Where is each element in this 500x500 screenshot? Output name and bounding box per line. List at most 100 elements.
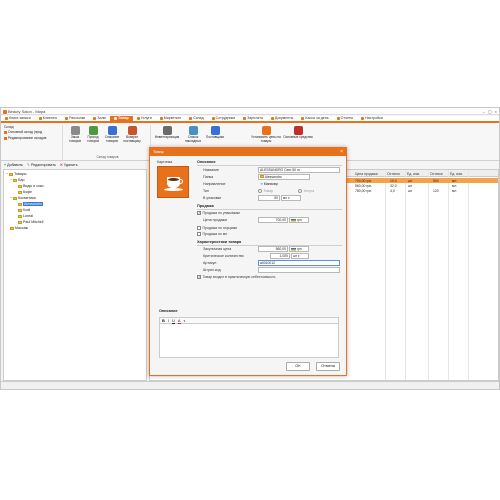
delete-label: Удалить (63, 162, 78, 167)
folder-select[interactable]: Alessandro (258, 174, 310, 180)
ribbon-button-label: Инвентаризация (154, 135, 180, 139)
tree-item-cosmetics[interactable]: − Косметика (10, 196, 36, 200)
critical-unit-select[interactable]: шт ▾ (291, 253, 309, 259)
tree-item-juices[interactable]: Виды и соки (18, 184, 44, 188)
product-picture[interactable] (157, 166, 189, 198)
minimize-button[interactable]: – (483, 109, 485, 114)
ribbon-button-5[interactable]: Список накладных (183, 126, 203, 143)
italic-button[interactable]: I (168, 318, 169, 323)
ribbon-button-4[interactable]: Инвентаризация (153, 126, 181, 140)
font-color-button[interactable]: A (177, 318, 181, 324)
underline-button[interactable]: U (172, 318, 175, 323)
direction-select[interactable]: ➜ Маникюр (258, 181, 310, 187)
bold-button[interactable]: B (162, 318, 165, 323)
tree-item-kodi[interactable]: Kodi (18, 208, 30, 212)
section-divider (197, 165, 342, 166)
menu-item-6[interactable]: Маркетинг (156, 116, 185, 121)
delete-button[interactable]: ✕ Удалить (60, 163, 78, 167)
menu-item-11[interactable]: Касса за день (297, 116, 332, 121)
sale-currency-select[interactable]: грн (289, 217, 309, 223)
edit-warehouses-button[interactable]: Редактирование складов (4, 136, 46, 140)
add-button[interactable]: + Добавить (4, 163, 23, 167)
table-cell-price: 700,00 грн. (355, 178, 373, 183)
dialog-close-button[interactable]: × (340, 148, 343, 156)
description-section-title: Описание (197, 160, 216, 164)
critical-qty-input[interactable]: 1,000 (270, 253, 290, 259)
ribbon-button-7[interactable]: Установить цены на товары (249, 126, 283, 143)
menu-item-3[interactable]: Залы (89, 116, 110, 121)
tree-item-coffee[interactable]: Кофе (18, 190, 32, 194)
warehouse-select[interactable]: Основной склад (прод (4, 130, 42, 134)
checkbox-checked-icon: ✓ (197, 211, 201, 215)
sale-price-input[interactable]: 700,00 (258, 217, 288, 223)
cost-price-checkbox[interactable]: ✓ Товар входит в практическую себестоимос… (197, 275, 276, 279)
col-header-price[interactable]: Цена продажи (355, 172, 378, 176)
tree-item-label: Alessandro (23, 202, 43, 206)
barcode-input[interactable] (258, 267, 340, 273)
type-goods-radio[interactable]: Товар (258, 189, 273, 193)
add-label: Добавить (7, 162, 23, 167)
ribbon-button-3[interactable]: Возврат поставщику (123, 126, 141, 143)
menu-item-7[interactable]: Склад (185, 116, 207, 121)
title-bar: Beauty Salon - Мира – ▢ × (1, 108, 499, 115)
tree-root[interactable]: − Товары (6, 172, 26, 176)
menu-item-4[interactable]: Товар (110, 116, 133, 121)
edit-button[interactable]: ✎ Редактировать (27, 163, 56, 167)
collapse-icon: − (10, 196, 13, 200)
type-service-radio[interactable]: Услуга (298, 189, 314, 193)
ribbon-button-icon (162, 126, 172, 135)
menu-item-0[interactable]: Книга записи (1, 116, 35, 121)
tree-item-bar[interactable]: − Бар (10, 178, 24, 182)
col-header-unit[interactable]: Ед. изм. (407, 172, 420, 176)
tree-item-massage[interactable]: Массаж (10, 226, 28, 230)
tree-item-loreal[interactable]: Loreal (18, 214, 33, 218)
ribbon-group-goods-label: Склад товаров (96, 155, 119, 159)
menu-item-1[interactable]: Клиенты (35, 116, 61, 121)
ribbon-button-1[interactable]: Приход товаров (85, 126, 101, 143)
description-editor[interactable] (159, 324, 339, 358)
ribbon-button-2[interactable]: Списание товаров (103, 126, 121, 143)
article-input[interactable]: a0010012 (258, 260, 340, 266)
cancel-button[interactable]: Отмена (316, 362, 340, 371)
chevron-down-icon[interactable]: ▾ (184, 319, 186, 323)
editor-toolbar: B I U A ▾ (159, 317, 339, 324)
tree-root-label: Товары (14, 172, 27, 176)
sale-by-ml-checkbox[interactable]: Продажа по мл (197, 232, 227, 236)
sale-by-pack-checkbox[interactable]: ✓ Продажа по упаковкам (197, 211, 240, 215)
menu-item-label: Отчеты (340, 116, 354, 120)
col-header-rest2[interactable]: Остатки (430, 172, 443, 176)
purchase-currency-select[interactable]: грн (289, 246, 309, 252)
menu-item-13[interactable]: Настройки (357, 116, 387, 121)
critical-unit-value: шт (293, 254, 298, 258)
checkbox-icon (197, 232, 201, 236)
col-header-rest[interactable]: Остатки (387, 172, 400, 176)
plus-icon: + (4, 162, 7, 167)
tree-item-paul-mitchell[interactable]: Paul Mitchell (18, 220, 43, 224)
ok-button[interactable]: OK (286, 362, 310, 371)
type-service-label: Услуга (303, 189, 315, 193)
col-header-unit2[interactable]: Ед. изм. (450, 172, 463, 176)
menu-item-label: Рассылки (69, 116, 86, 120)
ribbon-button-label: Основные средства (283, 135, 313, 139)
purchase-price-label: Закупочная цена (203, 247, 232, 251)
menu-item-5[interactable]: Услуги (133, 116, 156, 121)
menu-item-10[interactable]: Документы (267, 116, 298, 121)
sale-by-pack-label: Продажа по упаковкам (202, 211, 240, 215)
sale-by-portion-checkbox[interactable]: Продажа по порциям (197, 226, 237, 230)
pack-unit-select[interactable]: мл ▾ (281, 195, 301, 201)
menu-item-8[interactable]: Сотрудники (208, 116, 239, 121)
close-window-button[interactable]: × (495, 109, 497, 114)
pack-quantity-input[interactable]: 50 (258, 195, 280, 201)
name-input[interactable]: ALESSANDRO Cem 50 m (258, 167, 340, 173)
menu-item-2[interactable]: Рассылки (61, 116, 89, 121)
purchase-price-input[interactable]: 560,00 (258, 246, 288, 252)
ribbon-button-0[interactable]: Заказ товаров (67, 126, 83, 143)
menu-item-9[interactable]: Зарплата (239, 116, 267, 121)
ribbon-button-6[interactable]: Поставщики (205, 126, 225, 140)
tree-item-alessandro[interactable]: Alessandro (18, 202, 43, 206)
chevron-down-icon: ▾ (288, 196, 290, 200)
menu-item-12[interactable]: Отчеты (333, 116, 357, 121)
menu-item-icon (114, 117, 118, 120)
maximize-button[interactable]: ▢ (488, 109, 492, 114)
ribbon-button-8[interactable]: Основные средства (283, 126, 313, 140)
